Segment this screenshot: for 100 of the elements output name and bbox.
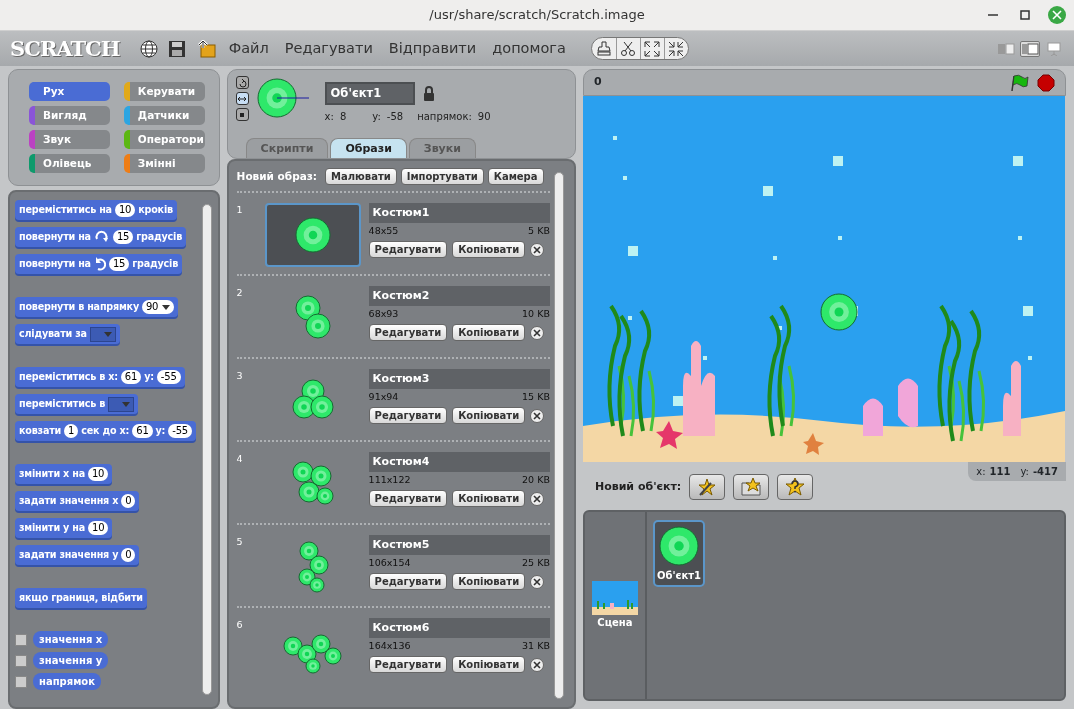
motion-block[interactable]: змінити x на 10 [15,464,113,484]
presentation-icon[interactable] [1045,41,1063,56]
edit-button[interactable]: Редагувати [368,656,448,674]
folder-star-button[interactable] [733,474,770,500]
globe-icon[interactable] [139,39,158,58]
costume-name-field[interactable]: Костюм3 [368,369,550,389]
number-input[interactable]: 61 [132,424,153,438]
costume-name-field[interactable]: Костюм1 [368,203,550,223]
category-button[interactable]: Вигляд [29,106,110,125]
motion-block[interactable]: ковзати 1 сек до x: 61 y: -55 [15,421,196,441]
grow-icon[interactable] [643,39,662,58]
shrink-icon[interactable] [667,39,686,58]
reporter-block[interactable]: напрямок [33,673,101,690]
delete-button[interactable] [530,242,545,257]
reporter-block[interactable]: значення y [33,652,109,669]
costume-name-field[interactable]: Костюм5 [368,535,550,555]
motion-block[interactable]: переміститись в x: 61 y: -55 [15,367,185,387]
category-button[interactable]: Змінні [123,154,205,173]
number-input[interactable]: 0 [121,548,136,562]
copy-button[interactable]: Копіювати [452,407,526,425]
delete-button[interactable] [530,657,545,672]
question-star-button[interactable] [777,474,814,500]
motion-block[interactable]: переміститись в [15,394,139,414]
number-input[interactable]: -55 [168,424,192,438]
edit-button[interactable]: Редагувати [368,490,448,508]
menu-item[interactable]: Редагувати [281,37,376,60]
motion-block[interactable]: задати значення x 0 [15,491,140,511]
motion-block[interactable]: змінити y на 10 [15,518,113,538]
reporter-block[interactable]: значення x [33,631,109,648]
dropdown-input[interactable]: 90 [141,300,175,314]
category-button[interactable]: Звук [29,130,110,149]
edit-button[interactable]: Редагувати [368,407,448,425]
delete-button[interactable] [530,574,545,589]
number-input[interactable]: 10 [114,203,136,217]
copy-button[interactable]: Копіювати [452,490,526,508]
dropdown-slot[interactable] [108,396,135,412]
copy-button[interactable]: Копіювати [452,656,526,674]
number-input[interactable]: 10 [88,521,109,535]
checkbox[interactable] [15,633,27,646]
sprite-thumbnail[interactable] [656,524,701,568]
copy-button[interactable]: Копіювати [452,324,526,342]
motion-block[interactable]: переміститись на 10 кроків [15,200,177,220]
costume-thumbnail[interactable] [264,203,361,267]
edit-button[interactable]: Редагувати [368,241,448,259]
motion-block[interactable]: повернути на 15 градусів [15,227,186,247]
no-rotate-button[interactable] [235,108,249,121]
close-button[interactable] [1048,6,1066,24]
scrollbar[interactable] [201,204,212,695]
menu-item[interactable]: Відправити [385,37,480,60]
delete-button[interactable] [530,408,545,423]
number-input[interactable]: 15 [108,257,130,271]
paint-star-button[interactable] [689,474,726,500]
stop-icon[interactable] [1037,73,1055,92]
save-icon[interactable] [167,39,186,58]
dropdown-slot[interactable] [89,326,116,342]
scrollbar[interactable] [553,172,564,699]
stamp-icon[interactable] [594,39,613,58]
block-label: задати значення y [19,547,119,562]
costume-tool-button[interactable]: Камера [487,168,544,185]
number-input[interactable]: 10 [87,467,109,481]
category-button[interactable]: Датчики [123,106,205,125]
delete-button[interactable] [530,325,545,340]
normal-stage-icon[interactable] [1021,41,1039,56]
rotate-style-button[interactable] [235,76,249,89]
category-button[interactable]: Рух [29,82,110,101]
costume-tool-button[interactable]: Імпортувати [400,168,484,185]
menu-item[interactable]: Файл [225,37,272,60]
tab[interactable]: Образи [330,138,407,158]
block-label: y: [144,369,154,384]
costume-name-field[interactable]: Костюм4 [368,452,550,472]
delete-button[interactable] [530,491,545,506]
checkbox[interactable] [15,654,27,667]
number-input[interactable]: 61 [120,370,142,384]
menu-item[interactable]: допомога [489,37,569,60]
flag-icon[interactable] [1009,73,1029,92]
category-button[interactable]: Оператори [123,130,205,149]
motion-block[interactable]: повернути на 15 градусів [15,254,182,274]
motion-block[interactable]: задати значення y 0 [15,545,140,565]
motion-block[interactable]: слідувати за [15,324,120,344]
lock-icon[interactable] [422,86,435,102]
costume-name-field[interactable]: Костюм2 [368,286,550,306]
number-input[interactable]: -55 [156,370,181,384]
copy-button[interactable]: Копіювати [452,241,526,259]
flip-style-button[interactable] [235,92,249,105]
number-input[interactable]: 0 [121,494,136,508]
checkbox[interactable] [15,675,27,688]
motion-block[interactable]: повернути в напрямку 90 [15,297,179,317]
stage-thumbnail[interactable] [591,581,638,615]
costume-tool-button[interactable]: Малювати [325,168,397,185]
costume-name-field[interactable]: Костюм6 [368,618,550,638]
number-input[interactable]: 1 [64,424,79,438]
scissors-icon[interactable] [619,39,638,58]
category-button[interactable]: Олівець [29,154,110,173]
edit-button[interactable]: Редагувати [368,573,448,591]
number-input[interactable]: 15 [112,230,134,244]
sprite-name-field[interactable]: Об'єкт1 [324,82,415,106]
edit-button[interactable]: Редагувати [368,324,448,342]
copy-button[interactable]: Копіювати [452,573,526,591]
category-button[interactable]: Керувати [123,82,205,101]
costume-file-size: 10 KB [522,307,550,321]
